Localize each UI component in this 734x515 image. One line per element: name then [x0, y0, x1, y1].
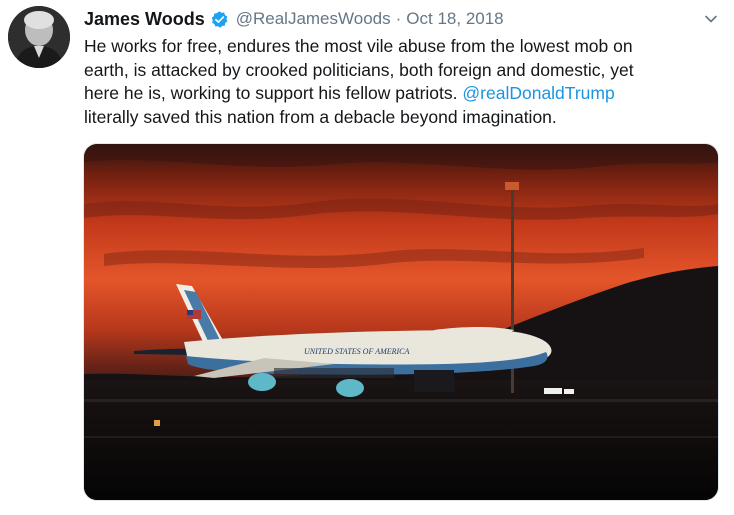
tweet-header: James Woods @RealJamesWoods · Oct 18, 20… — [84, 8, 504, 30]
mention-link[interactable]: @realDonaldTrump — [462, 83, 614, 103]
author-handle[interactable]: @RealJamesWoods — [236, 9, 391, 29]
tweet-text-part2: literally saved this nation from a debac… — [84, 106, 557, 127]
chevron-down-icon[interactable] — [702, 10, 720, 28]
separator-dot: · — [395, 9, 402, 28]
tweet-date[interactable]: Oct 18, 2018 — [406, 9, 503, 29]
fuselage-text: UNITED STATES OF AMERICA — [304, 347, 410, 356]
tweet-text: He works for free, endures the most vile… — [84, 35, 714, 129]
tweet-media-photo[interactable]: UNITED STATES OF AMERICA — [83, 143, 719, 501]
author-name[interactable]: James Woods — [84, 9, 205, 30]
verified-badge-icon — [210, 10, 229, 29]
media-bottom-edge — [83, 507, 717, 515]
avatar[interactable] — [8, 6, 70, 68]
